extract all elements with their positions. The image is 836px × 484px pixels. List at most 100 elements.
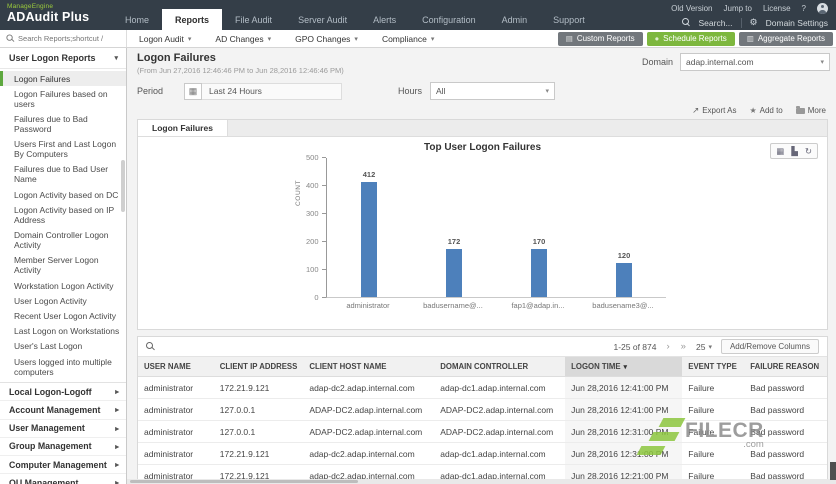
period-select[interactable]: Last 24 Hours [202,82,342,100]
column-header-user-name[interactable]: USER NAME [138,357,214,377]
pagination-range: 1-25 of 874 [613,341,657,352]
domain-select[interactable]: adap.internal.com ▾ [680,53,830,71]
header-link-jump-to[interactable]: Jump to [724,4,752,13]
section-label: Group Management [9,441,92,452]
button-aggregate-reports[interactable]: ▥ Aggregate Reports [738,31,833,46]
cell: ADAP-DC2.adap.internal.com [303,420,435,443]
horizontal-scrollbar-thumb[interactable] [130,480,358,483]
calendar-icon[interactable]: ▦ [184,82,202,100]
hours-select[interactable]: All ▾ [430,82,556,100]
nav-tab-support[interactable]: Support [540,9,598,30]
add-to-button[interactable]: ★ Add to [749,106,782,115]
sidebar-item-logon-activity-based-on-ip-address[interactable]: Logon Activity based on IP Address [0,202,126,227]
sidebar-section-user-management[interactable]: User Management ▸ [0,420,126,438]
chart-tabstrip: Logon Failures [138,120,827,137]
menu-ad-changes[interactable]: AD Changes ▾ [203,30,283,47]
more-button[interactable]: More [795,106,826,115]
sidebar-section-computer-management[interactable]: Computer Management ▸ [0,456,126,475]
header-link-license[interactable]: License [763,4,791,13]
sidebar-item-failures-due-to-bad-user-name[interactable]: Failures due to Bad User Name [0,162,126,187]
column-header-domain-controller[interactable]: DOMAIN CONTROLLER [434,357,566,377]
sidebar-item-logon-failures-based-on-users[interactable]: Logon Failures based on users [0,86,126,111]
sidebar-section-account-management[interactable]: Account Management ▸ [0,401,126,420]
button-custom-reports[interactable]: ▤ Custom Reports [557,31,643,46]
sidebar-item-domain-controller-logon-activity[interactable]: Domain Controller Logon Activity [0,228,126,253]
sidebar-item-logon-failures[interactable]: Logon Failures [0,71,126,87]
report-actions: ↗ Export As ★ Add to More [137,104,828,116]
report-sidebar: User Logon Reports ▾ Logon Failures Logon… [0,48,127,484]
nav-tab-alerts[interactable]: Alerts [360,9,409,30]
nav-tab-reports[interactable]: Reports [162,9,223,30]
column-header-logon-time[interactable]: LOGON TIME ▾ [565,357,683,377]
sidebar-item-users-logged-into-multiple-computers[interactable]: Users logged into multiple computers [0,354,126,379]
table-row: administrator 127.0.0.1 ADAP-DC2.adap.inte… [138,420,827,443]
sidebar-item-logon-activity-based-on-dc[interactable]: Logon Activity based on DC [0,187,126,202]
button-schedule-reports[interactable]: ● Schedule Reports [646,31,735,46]
domain-settings-button[interactable]: Domain Settings [766,18,828,28]
sidebar-item-workstation-logon-activity[interactable]: Workstation Logon Activity [0,278,126,293]
aggregate-reports-icon: ▥ [746,34,754,43]
nav-tab-server-audit[interactable]: Server Audit [285,9,360,30]
refresh-icon[interactable]: ↻ [805,146,812,157]
quick-links: Old Version Jump to License? [663,0,836,15]
table-search-icon[interactable] [146,342,155,351]
bar-chart: COUNT 0 100 200 300 400 500 412 172 170 120 [295,153,666,302]
top-header: ManageEngine ADAudit Plus Home Reports Fil… [0,0,836,30]
cell: 172.21.9.121 [213,442,304,465]
menu-gpo-changes[interactable]: GPO Changes ▾ [283,30,370,47]
main-nav: Home Reports File Audit Server Audit Alerts C… [112,0,598,30]
global-search-button[interactable]: Search... [699,18,733,28]
sidebar-section-local-logon-logoff[interactable]: Local Logon-Logoff ▸ [0,383,126,402]
cell: Jun 28,2016 12:31:00 PM [565,442,683,465]
divider [740,17,742,28]
column-header-failure-reason[interactable]: FAILURE REASON [744,357,827,377]
chart-settings-icon[interactable]: ▦ [776,146,784,157]
tab-logon-failures[interactable]: Logon Failures [138,120,228,136]
sidebar-item-user-s-last-logon[interactable]: User's Last Logon [0,339,126,354]
sidebar-item-user-logon-activity[interactable]: User Logon Activity [0,293,126,308]
domain-label: Domain [641,57,673,67]
sidebar-item-last-logon-on-workstations[interactable]: Last Logon on Workstations [0,324,126,339]
menu-logon-audit[interactable]: Logon Audit ▾ [127,30,203,47]
sidebar-item-recent-user-logon-activity[interactable]: Recent User Logon Activity [0,308,126,323]
user-avatar[interactable] [817,3,828,14]
bar-fap1-adap-in[interactable] [531,249,547,297]
next-page-button[interactable]: › [666,341,671,352]
bar-administrator[interactable] [361,181,377,297]
report-search-input[interactable] [18,34,120,43]
chart-type-icon[interactable]: ▙ [791,146,798,157]
section-label: OU Management [9,477,79,484]
cell: administrator [138,442,214,465]
nav-tab-configuration[interactable]: Configuration [409,9,489,30]
bar-badusename3[interactable] [616,263,632,297]
header-link-help[interactable]: ? [802,4,806,13]
column-label: USER NAME [144,362,191,371]
nav-tab-home[interactable]: Home [112,9,162,30]
sidebar-item-member-server-logon-activity[interactable]: Member Server Logon Activity [0,253,126,278]
export-as-button[interactable]: ↗ Export As [692,105,736,116]
chevron-down-icon: ▾ [114,55,118,62]
nav-tab-admin[interactable]: Admin [489,9,541,30]
star-icon: ★ [749,105,757,115]
cell: Bad password [744,420,827,443]
column-header-event-type[interactable]: EVENT TYPE [682,357,745,377]
menu-compliance[interactable]: Compliance ▾ [370,30,446,47]
chevron-right-icon: ▸ [115,423,119,433]
nav-tab-file-audit[interactable]: File Audit [222,9,285,30]
sidebar-item-failures-due-to-bad-password[interactable]: Failures due to Bad Password [0,111,126,136]
sidebar-section-ou-management[interactable]: OU Management ▸ [0,474,126,484]
sidebar-section-group-management[interactable]: Group Management ▸ [0,438,126,456]
column-label: DOMAIN CONTROLLER [440,362,529,371]
bar-badusername[interactable] [446,248,462,297]
add-remove-columns-button[interactable]: Add/Remove Columns [720,339,819,354]
sidebar-item-users-first-and-last-logon-by-computers[interactable]: Users First and Last Logon By Computers [0,137,126,162]
sidebar-scrollbar-thumb[interactable] [121,160,125,212]
sidebar-section-user-logon-reports[interactable]: User Logon Reports ▾ [0,48,126,69]
column-header-client-host-name[interactable]: CLIENT HOST NAME [303,357,435,377]
last-page-button[interactable]: » [680,341,687,352]
header-link-old-version[interactable]: Old Version [671,4,712,13]
vertical-scrollbar-thumb[interactable] [830,462,836,480]
x-axis-labels: administrator badusername@... fap1@adap.in… [326,298,666,310]
column-header-client-ip-address[interactable]: CLIENT IP ADDRESS [213,357,304,377]
page-size-select[interactable]: 25 ▾ [696,342,712,352]
